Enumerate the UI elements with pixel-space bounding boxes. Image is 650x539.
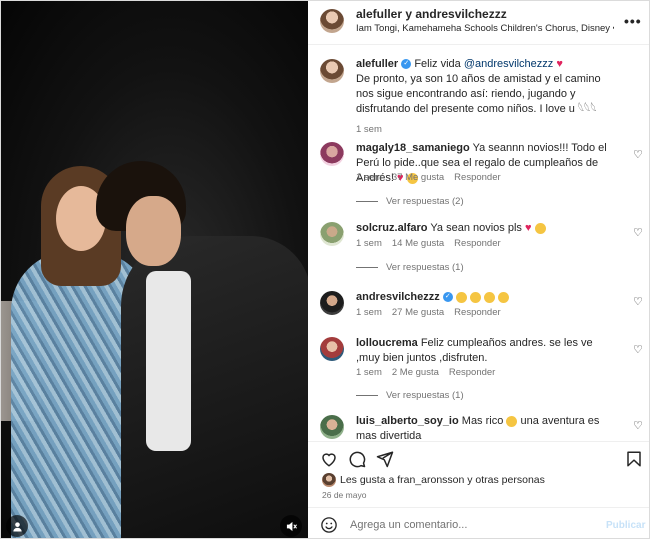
heart-emoji-icon: ♥ xyxy=(524,222,532,234)
comment-text: luis_alberto_soy_io Mas rico una aventur… xyxy=(356,414,618,440)
smile-emoji-icon xyxy=(455,291,467,303)
view-replies[interactable]: Ver respuestas (1) xyxy=(356,390,464,401)
comment-meta: 1 sem 27 Me gusta Responder xyxy=(356,307,511,318)
action-bar xyxy=(308,441,649,472)
post-date: 26 de mayo xyxy=(322,490,367,500)
user-icon[interactable] xyxy=(6,515,28,537)
comment-time: 1 sem xyxy=(356,307,382,318)
comment-likes[interactable]: 27 Me gusta xyxy=(392,307,444,318)
heart-icon[interactable]: ♡ xyxy=(633,295,643,308)
verified-icon: ✓ xyxy=(401,59,412,70)
bookmark-icon[interactable] xyxy=(625,450,643,468)
avatar[interactable] xyxy=(320,415,344,439)
smile-emoji-icon xyxy=(506,415,518,427)
heart-icon[interactable]: ♡ xyxy=(633,419,643,432)
comment-username[interactable]: andresvilchezzz xyxy=(356,291,440,303)
comment-text: lolloucrema Feliz cumpleaños andres. se … xyxy=(356,336,618,366)
caption-mention[interactable]: @andresvilchezzz xyxy=(464,58,553,70)
likes-text: Les gusta a fran_aronsson y otras person… xyxy=(340,473,545,486)
audio-label[interactable]: Iam Tongi, Kamehameha Schools Children's… xyxy=(356,23,614,34)
add-comment-bar: Publicar xyxy=(308,507,649,538)
comment-body: Mas rico xyxy=(461,415,504,427)
heart-icon[interactable]: ♡ xyxy=(633,226,643,239)
caption-meta: 1 sem xyxy=(356,124,392,135)
post-photo[interactable] xyxy=(1,1,308,538)
comment-text: solcruz.alfaro Ya sean novios pls ♥ xyxy=(356,221,618,236)
heart-icon[interactable]: ♡ xyxy=(633,148,643,161)
heart-icon[interactable] xyxy=(320,450,338,468)
list-item: magaly18_samaniego Ya seannn novios!!! T… xyxy=(308,140,649,210)
reply-button[interactable]: Responder xyxy=(449,367,495,378)
reply-button[interactable]: Responder xyxy=(454,172,500,183)
list-item: solcruz.alfaro Ya sean novios pls ♥ 1 se… xyxy=(308,220,649,275)
verified-icon: ✓ xyxy=(442,292,453,303)
comment-time: 1 sem xyxy=(356,238,382,249)
comment-likes[interactable]: 14 Me gusta xyxy=(392,238,444,249)
photo-figure-shirt xyxy=(146,271,191,451)
view-replies-label: Ver respuestas (2) xyxy=(386,196,464,207)
list-item: luis_alberto_soy_io Mas rico una aventur… xyxy=(308,413,649,440)
view-replies[interactable]: Ver respuestas (2) xyxy=(356,196,464,207)
list-item: lolloucrema Feliz cumpleaños andres. se … xyxy=(308,335,649,405)
emoji-icon[interactable] xyxy=(320,516,338,534)
side-panel: alefuller y andresvilchezzz Iam Tongi, K… xyxy=(308,1,649,538)
reply-button[interactable]: Responder xyxy=(454,307,500,318)
likes-summary[interactable]: Les gusta a fran_aronsson y otras person… xyxy=(322,473,545,487)
comment-username[interactable]: magaly18_samaniego xyxy=(356,142,470,154)
comment-likes[interactable]: 2 Me gusta xyxy=(392,367,439,378)
mute-icon[interactable] xyxy=(280,515,302,537)
comment-input[interactable] xyxy=(348,514,582,536)
header-usernames[interactable]: alefuller y andresvilchezzz xyxy=(356,7,507,21)
post-button[interactable]: Publicar xyxy=(606,520,645,531)
more-icon[interactable]: ••• xyxy=(624,13,642,29)
comment-time: 1 sem xyxy=(356,367,382,378)
heart-emoji-icon: ♥ xyxy=(556,58,563,70)
comment-likes[interactable]: 37 Me gusta xyxy=(392,172,444,183)
avatar[interactable] xyxy=(320,142,344,166)
post-header: alefuller y andresvilchezzz Iam Tongi, K… xyxy=(308,1,649,45)
caption-body: De pronto, ya son 10 años de amistad y e… xyxy=(356,73,601,115)
reply-button[interactable]: Responder xyxy=(454,238,500,249)
comment-username[interactable]: solcruz.alfaro xyxy=(356,222,428,234)
comment-meta: 1 sem 37 Me gusta Responder xyxy=(356,172,511,183)
comment-text: andresvilchezzz ✓ xyxy=(356,290,618,305)
caption-username[interactable]: alefuller xyxy=(356,58,398,70)
post-dialog: alefuller y andresvilchezzz Iam Tongi, K… xyxy=(0,0,650,539)
photo-figure-face-2 xyxy=(126,196,181,266)
avatar xyxy=(322,473,336,487)
avatar[interactable] xyxy=(320,59,344,83)
smile-emoji-icon xyxy=(469,291,481,303)
heart-icon[interactable]: ♡ xyxy=(633,343,643,356)
smile-emoji-icon xyxy=(484,291,496,303)
view-replies-label: Ver respuestas (1) xyxy=(386,390,464,401)
share-icon[interactable] xyxy=(376,450,394,468)
caption-prefix: Feliz vida xyxy=(414,58,464,70)
caption: alefuller ✓ Feliz vida @andresvilchezzz … xyxy=(308,55,649,135)
comment-username[interactable]: luis_alberto_soy_io xyxy=(356,415,459,427)
view-replies[interactable]: Ver respuestas (1) xyxy=(356,262,464,273)
comments-list[interactable]: alefuller ✓ Feliz vida @andresvilchezzz … xyxy=(308,45,649,440)
smile-emoji-icon xyxy=(498,291,510,303)
avatar[interactable] xyxy=(320,291,344,315)
comment-meta: 1 sem 2 Me gusta Responder xyxy=(356,367,505,378)
comment-body: Ya sean novios pls xyxy=(430,222,522,234)
comment-icon[interactable] xyxy=(348,450,366,468)
comment-username[interactable]: lolloucrema xyxy=(356,337,418,349)
avatar[interactable] xyxy=(320,337,344,361)
caption-time: 1 sem xyxy=(356,124,382,135)
smile-emoji-icon xyxy=(534,222,546,234)
avatar[interactable] xyxy=(320,222,344,246)
caption-text: alefuller ✓ Feliz vida @andresvilchezzz … xyxy=(356,57,618,117)
list-item: andresvilchezzz ✓ 1 sem 27 Me gusta Respon… xyxy=(308,289,649,329)
view-replies-label: Ver respuestas (1) xyxy=(386,262,464,273)
comment-time: 1 sem xyxy=(356,172,382,183)
avatar[interactable] xyxy=(320,9,344,33)
comment-meta: 1 sem 14 Me gusta Responder xyxy=(356,238,511,249)
